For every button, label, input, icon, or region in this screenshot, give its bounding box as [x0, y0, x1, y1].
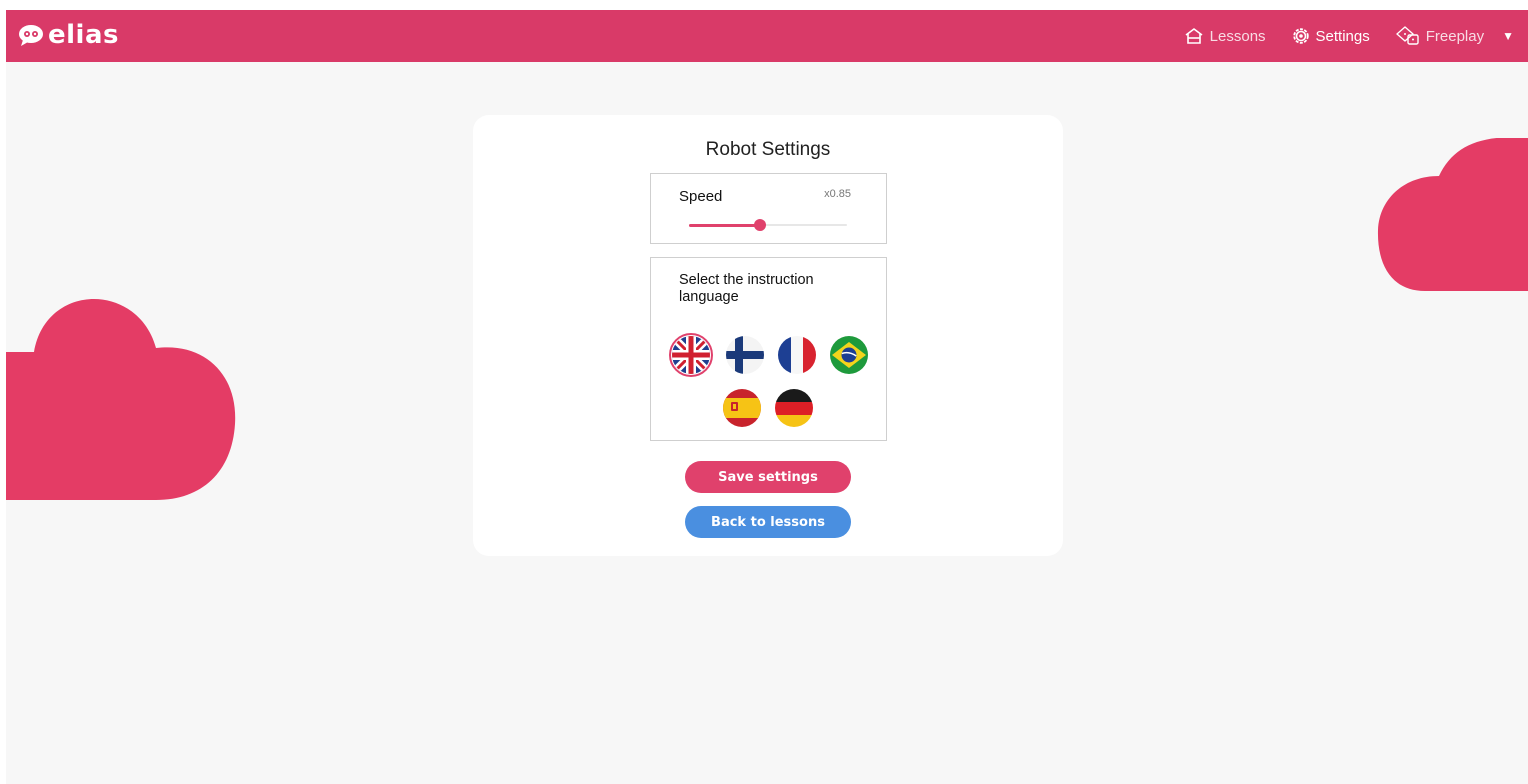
back-to-lessons-button[interactable]: Back to lessons	[685, 506, 851, 538]
home-icon	[1185, 28, 1203, 44]
language-option-german[interactable]	[774, 388, 814, 428]
nav-lessons[interactable]: Lessons	[1184, 27, 1266, 45]
language-option-spanish[interactable]	[722, 388, 762, 428]
speed-value: x0.85	[824, 188, 851, 200]
cloud-right-decoration	[1377, 138, 1528, 291]
speed-slider-thumb[interactable]	[754, 219, 767, 231]
logo-text: elias	[48, 20, 119, 50]
cloud-left-decoration	[6, 298, 236, 500]
speed-label: Speed	[679, 188, 723, 205]
nav-freeplay[interactable]: Freeplay	[1396, 26, 1484, 46]
uk-flag-icon	[669, 333, 713, 377]
dropdown-caret-icon[interactable]: ▼	[1502, 29, 1514, 43]
main-nav: Lessons Settings Freeplay ▼	[1184, 10, 1514, 62]
spain-flag-icon	[723, 389, 761, 427]
save-settings-button[interactable]: Save settings	[685, 461, 851, 493]
nav-freeplay-label: Freeplay	[1425, 27, 1485, 45]
page-title: Robot Settings	[705, 139, 831, 160]
speed-slider[interactable]	[689, 219, 847, 231]
app-viewport: elias Lessons Settings Freeplay ▼ Robot …	[6, 10, 1528, 784]
speed-panel: Speed x0.85	[650, 173, 887, 244]
dice-icon	[1396, 26, 1419, 45]
language-option-portuguese[interactable]	[829, 335, 869, 375]
france-flag-icon	[778, 336, 816, 374]
logo[interactable]: elias	[18, 18, 119, 52]
language-option-finnish[interactable]	[725, 335, 765, 375]
finland-flag-icon	[726, 336, 764, 374]
nav-settings[interactable]: Settings	[1292, 27, 1370, 45]
gear-icon	[1292, 28, 1309, 44]
settings-card: Robot Settings Speed x0.85 Select the in…	[473, 115, 1063, 556]
nav-settings-label: Settings	[1315, 27, 1370, 45]
brazil-flag-icon	[830, 336, 868, 374]
germany-flag-icon	[775, 389, 813, 427]
nav-lessons-label: Lessons	[1209, 27, 1266, 45]
speed-slider-fill	[689, 224, 761, 227]
language-option-french[interactable]	[777, 335, 817, 375]
top-navigation-bar: elias Lessons Settings Freeplay ▼	[6, 10, 1528, 62]
language-panel: Select the instruction language	[650, 257, 887, 441]
language-option-english[interactable]	[669, 333, 713, 377]
chat-robot-icon	[19, 25, 43, 46]
language-label: Select the instruction language	[679, 272, 814, 305]
